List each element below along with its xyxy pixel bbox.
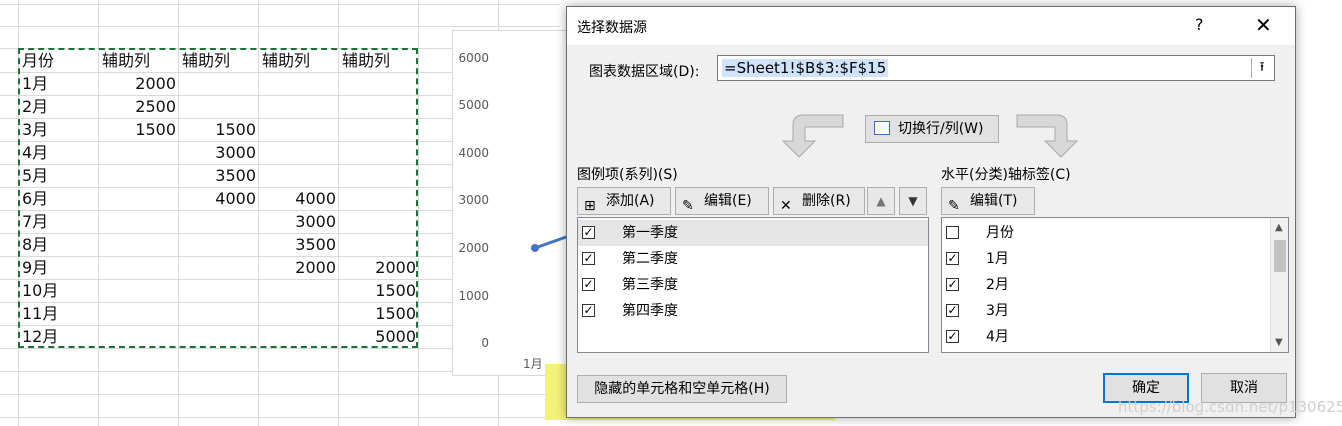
delete-series-button[interactable]: ✕ 删除(R) [773, 187, 865, 215]
category-checkbox[interactable]: ✓ [946, 330, 959, 343]
series-checkbox[interactable]: ✓ [582, 304, 595, 317]
dialog-titlebar[interactable]: 选择数据源 ? ✕ [567, 7, 1295, 45]
switch-row-column-label: 切换行/列(W) [898, 121, 984, 137]
grid-row-line [0, 4, 560, 5]
series-name: 第三季度 [622, 277, 678, 293]
category-checkbox[interactable]: ✓ [946, 278, 959, 291]
category-name: 2月 [986, 277, 1009, 293]
move-down-button[interactable]: ▼ [899, 187, 927, 215]
collapse-dialog-icon[interactable]: ⭱ [1251, 58, 1272, 78]
category-checkbox[interactable]: ✓ [946, 252, 959, 265]
edit-pencil-icon: ✎ [682, 198, 694, 214]
category-name: 1月 [986, 251, 1009, 267]
category-name: 4月 [986, 329, 1009, 345]
chart-range-label: 图表数据区域(D): [589, 64, 700, 80]
category-list-item[interactable]: ✓ 4月 [942, 324, 1268, 350]
arrow-right-icon [1016, 114, 1079, 158]
delete-series-label: 删除(R) [802, 193, 851, 209]
scroll-down-icon[interactable]: ▼ [1275, 337, 1283, 348]
category-checkbox[interactable]: ✓ [946, 304, 959, 317]
series-list-item[interactable]: ✓ 第二季度 [578, 246, 928, 272]
scroll-up-icon[interactable]: ▲ [1275, 222, 1283, 233]
edit-pencil-icon: ✎ [948, 198, 960, 214]
close-icon[interactable]: ✕ [1255, 13, 1272, 37]
dialog-title: 选择数据源 [577, 20, 647, 36]
scroll-thumb[interactable] [1274, 240, 1286, 272]
series-toolbar: ⊞ 添加(A) ✎ 编辑(E) ✕ 删除(R) ▲ ▼ [577, 185, 929, 217]
series-data-point [531, 244, 539, 252]
watermark-text: https://blog.csdn.net/p1306252 [1118, 398, 1342, 416]
series-name: 第二季度 [622, 251, 678, 267]
edit-series-button[interactable]: ✎ 编辑(E) [675, 187, 769, 215]
series-list-item[interactable]: ✓ 第一季度 [578, 220, 928, 246]
series-name: 第四季度 [622, 303, 678, 319]
series-line-segment [534, 234, 570, 250]
category-list-item[interactable]: 月份 [942, 220, 1268, 246]
delete-x-icon: ✕ [780, 198, 792, 214]
grid-row-line [0, 417, 560, 418]
series-name: 第一季度 [622, 225, 678, 241]
edit-series-label: 编辑(E) [704, 193, 752, 209]
series-checkbox[interactable]: ✓ [582, 252, 595, 265]
switch-table-icon [874, 121, 890, 135]
edit-axis-label: 编辑(T) [970, 193, 1018, 209]
edit-axis-labels-button[interactable]: ✎ 编辑(T) [941, 187, 1035, 215]
series-checkbox[interactable]: ✓ [582, 226, 595, 239]
category-list-item[interactable]: ✓ 3月 [942, 298, 1268, 324]
axis-labels-label: 水平(分类)轴标签(C) [941, 167, 1071, 183]
add-table-icon: ⊞ [584, 198, 596, 214]
move-up-button[interactable]: ▲ [867, 187, 895, 215]
legend-series-label: 图例项(系列)(S) [577, 167, 678, 183]
category-list-item[interactable]: ✓ 1月 [942, 246, 1268, 272]
axis-toolbar: ✎ 编辑(T) [941, 185, 1061, 217]
category-name: 月份 [986, 225, 1014, 241]
category-list-item[interactable]: ✓ 2月 [942, 272, 1268, 298]
hidden-empty-cells-button[interactable]: 隐藏的单元格和空单元格(H) [577, 375, 787, 403]
copy-selection-marquee [18, 48, 418, 348]
add-series-label: 添加(A) [606, 193, 655, 209]
category-scrollbar[interactable]: ▲ ▼ [1270, 218, 1288, 352]
arrow-left-icon [781, 114, 844, 158]
category-name: 3月 [986, 303, 1009, 319]
help-button[interactable]: ? [1195, 15, 1204, 34]
grid-col-line [418, 0, 419, 426]
category-checkbox[interactable] [946, 226, 959, 239]
select-data-source-dialog: 选择数据源 ? ✕ 图表数据区域(D): =Sheet1!$B$3:$F$15 … [566, 6, 1296, 418]
grid-row-line [0, 394, 560, 395]
switch-row-column-button[interactable]: 切换行/列(W) [865, 115, 999, 143]
category-listbox[interactable]: 月份 ✓ 1月 ✓ 2月 ✓ 3月 ✓ 4月 ▲ ▼ [941, 217, 1289, 353]
chart-range-value: =Sheet1!$B$3:$F$15 [722, 59, 889, 77]
grid-row-line [0, 26, 560, 27]
series-list-item[interactable]: ✓ 第四季度 [578, 298, 928, 324]
series-checkbox[interactable]: ✓ [582, 278, 595, 291]
chart-range-input[interactable]: =Sheet1!$B$3:$F$15 ⭱ [717, 55, 1275, 81]
series-list-item[interactable]: ✓ 第三季度 [578, 272, 928, 298]
add-series-button[interactable]: ⊞ 添加(A) [577, 187, 671, 215]
series-listbox[interactable]: ✓ 第一季度 ✓ 第二季度 ✓ 第三季度 ✓ 第四季度 [577, 217, 929, 353]
